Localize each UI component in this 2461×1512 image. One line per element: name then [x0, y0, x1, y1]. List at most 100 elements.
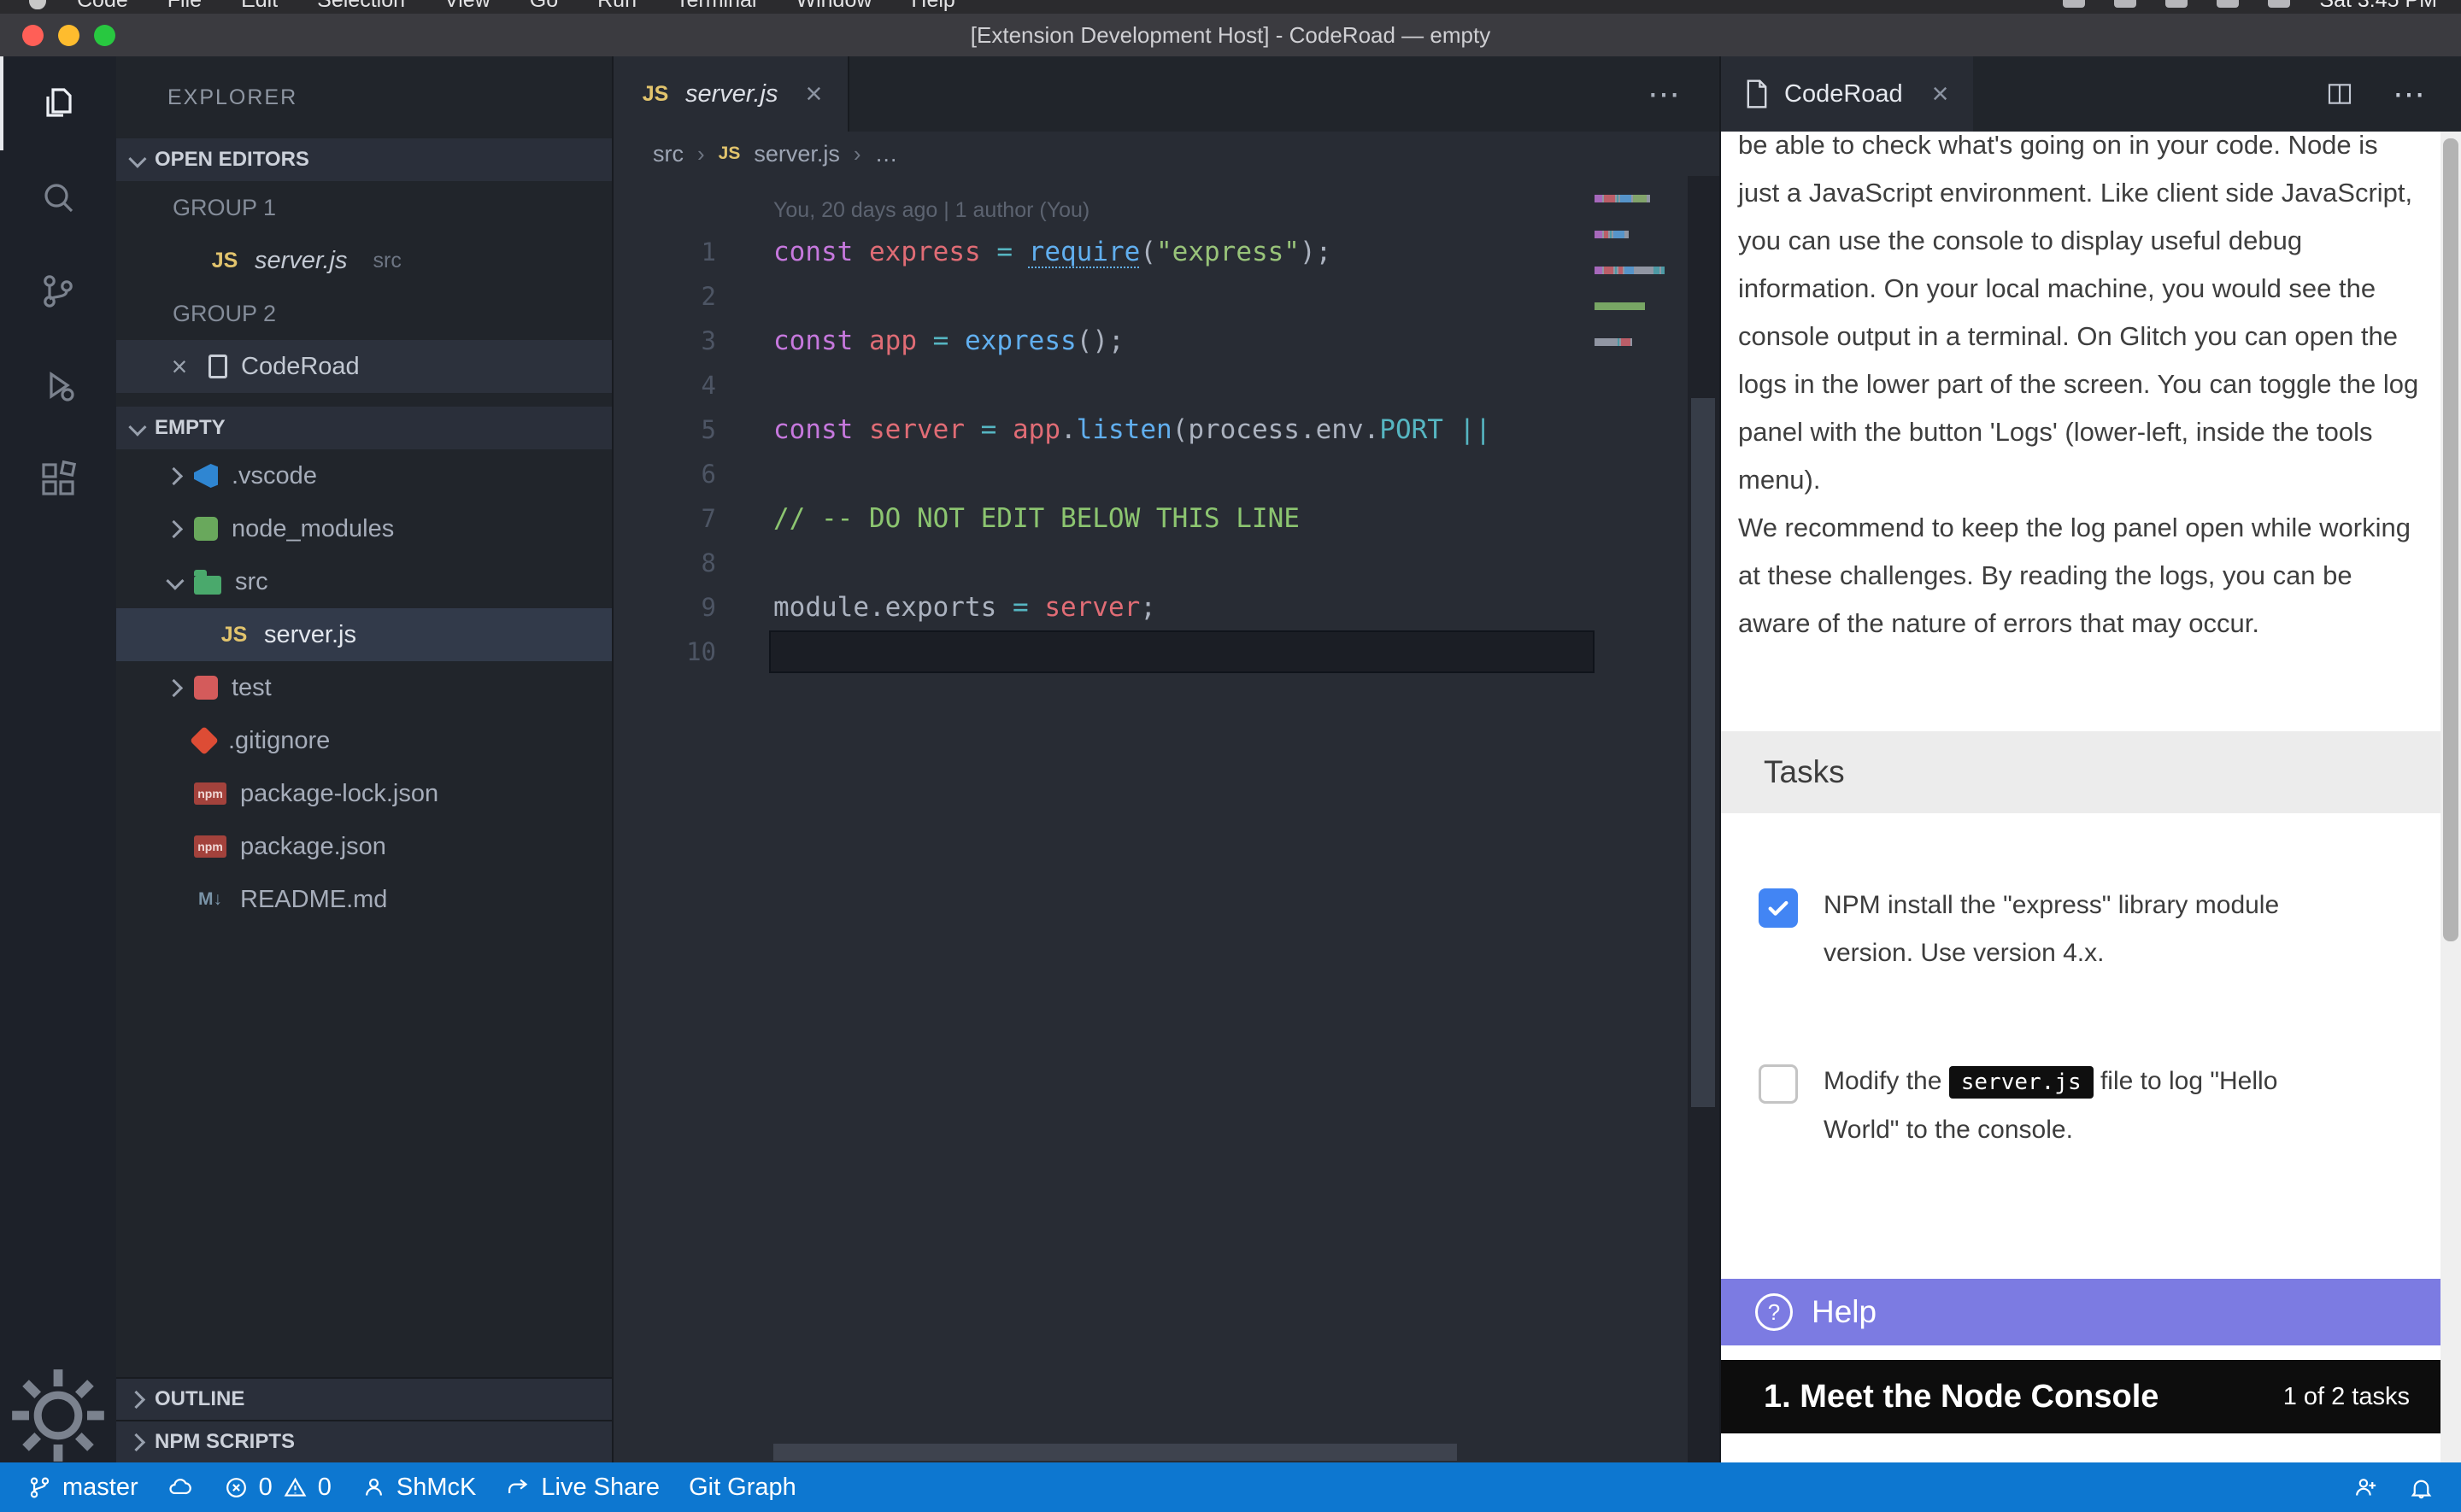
menu-item-window[interactable]: Window	[796, 0, 872, 13]
code-line-2[interactable]: 2	[614, 274, 1719, 319]
more-actions-icon[interactable]: ⋯	[2393, 75, 2427, 114]
task-checkbox[interactable]	[1759, 1064, 1798, 1104]
code-token: express	[869, 237, 981, 267]
menubar-status-icon[interactable]	[2063, 0, 2085, 8]
gear-icon	[0, 1357, 116, 1474]
tree-item-package-lock-json[interactable]: npmpackage-lock.json	[116, 767, 612, 820]
tab-coderoad[interactable]: CodeRoad ×	[1721, 56, 1973, 132]
open-editor-item-coderoad[interactable]: ×CodeRoad	[116, 340, 612, 393]
minimize-window-button[interactable]	[58, 25, 79, 46]
run-debug-activity-button[interactable]	[0, 338, 116, 432]
code-line-4[interactable]: 4	[614, 363, 1719, 407]
close-editor-icon[interactable]: ×	[164, 351, 195, 383]
title-bar: [Extension Development Host] - CodeRoad …	[0, 14, 2461, 56]
tree-item-src[interactable]: src	[116, 555, 612, 608]
open-editor-item-server-js[interactable]: JSserver.jssrc	[116, 234, 612, 287]
notifications-bell[interactable]	[2393, 1462, 2449, 1512]
line-content: const express = require("express");	[716, 237, 1331, 267]
menu-item-selection[interactable]: Selection	[317, 0, 405, 13]
extensions-icon	[38, 459, 79, 500]
source-control-activity-button[interactable]	[0, 244, 116, 338]
account-status[interactable]: ShMcK	[346, 1462, 490, 1512]
split-editor-icon[interactable]	[2326, 80, 2353, 108]
code-line-10[interactable]: 10	[614, 630, 1719, 674]
apple-menu-icon[interactable]	[29, 0, 46, 9]
tree-item-package-json[interactable]: npmpackage.json	[116, 820, 612, 873]
menubar-clock[interactable]: Sat 3:45 PM	[2319, 0, 2437, 13]
code-line-1[interactable]: 1const express = require("express");	[614, 230, 1719, 274]
invite-button[interactable]	[2338, 1462, 2393, 1512]
menu-item-edit[interactable]: Edit	[241, 0, 278, 13]
search-activity-button[interactable]	[0, 150, 116, 244]
menubar-status-icon[interactable]	[2114, 0, 2136, 8]
tab-server-js[interactable]: JS server.js ×	[614, 56, 849, 132]
menu-item-file[interactable]: File	[167, 0, 202, 13]
tree-item-node-modules[interactable]: node_modules	[116, 502, 612, 555]
problems-indicator[interactable]: 0 0	[209, 1462, 346, 1512]
sync-button[interactable]	[153, 1462, 209, 1512]
branch-indicator[interactable]: master	[12, 1462, 153, 1512]
code-line-7[interactable]: 7// -- DO NOT EDIT BELOW THIS LINE	[614, 496, 1719, 541]
code-editor[interactable]: You, 20 days ago | 1 author (You) 1const…	[614, 176, 1719, 1462]
close-tab-icon[interactable]: ×	[1932, 78, 1949, 111]
code-token	[853, 325, 869, 356]
section-header-npm-scripts[interactable]: NPM SCRIPTS	[116, 1420, 612, 1462]
live-share-button[interactable]: Live Share	[490, 1462, 674, 1512]
breadcrumb-server-js[interactable]: server.js	[754, 141, 840, 167]
code-line-9[interactable]: 9module.exports = server;	[614, 585, 1719, 630]
menubar-status-icon[interactable]	[2165, 0, 2188, 8]
section-header-outline[interactable]: OUTLINE	[116, 1377, 612, 1420]
tree-item-readme-md[interactable]: M↓README.md	[116, 873, 612, 926]
lesson-footer[interactable]: 1. Meet the Node Console 1 of 2 tasks	[1721, 1360, 2440, 1433]
tree-item-test[interactable]: test	[116, 661, 612, 714]
code-lines: 1const express = require("express");23co…	[614, 230, 1719, 674]
extensions-activity-button[interactable]	[0, 432, 116, 526]
code-token	[949, 325, 965, 356]
breadcrumb-symbol[interactable]: …	[875, 141, 898, 167]
task-checkbox[interactable]	[1759, 888, 1798, 928]
close-window-button[interactable]	[22, 25, 44, 46]
menubar-status-icon[interactable]	[2217, 0, 2239, 8]
codelens-annotation[interactable]: You, 20 days ago | 1 author (You)	[614, 198, 1719, 223]
close-tab-icon[interactable]: ×	[806, 78, 823, 111]
open-editors-header[interactable]: OPEN EDITORS	[116, 138, 612, 181]
code-token: (process.env.	[1172, 414, 1380, 445]
zoom-window-button[interactable]	[94, 25, 115, 46]
code-line-8[interactable]: 8	[614, 541, 1719, 585]
explorer-activity-button[interactable]	[0, 56, 116, 150]
menubar-status-icon[interactable]	[2268, 0, 2290, 8]
code-line-3[interactable]: 3const app = express();	[614, 319, 1719, 363]
menu-item-code[interactable]: Code	[77, 0, 128, 13]
tree-item-server-js[interactable]: JSserver.js	[116, 608, 612, 661]
menu-item-view[interactable]: View	[444, 0, 490, 13]
person-add-icon	[2352, 1474, 2379, 1501]
tasks-heading: Tasks	[1721, 754, 1845, 790]
coderoad-webview: be able to check what's going on in your…	[1721, 132, 2461, 1462]
minimap[interactable]	[1595, 190, 1670, 369]
tree-item-label: test	[232, 674, 272, 702]
editor-horizontal-scrollbar[interactable]	[773, 1444, 1457, 1461]
menu-item-run[interactable]: Run	[597, 0, 637, 13]
menu-item-terminal[interactable]: Terminal	[676, 0, 756, 13]
code-line-6[interactable]: 6	[614, 452, 1719, 496]
menu-item-go[interactable]: Go	[530, 0, 558, 13]
tree-item-vscode[interactable]: .vscode	[116, 449, 612, 502]
scrollbar-thumb[interactable]	[1691, 398, 1715, 1107]
chevron-right-icon: ›	[854, 141, 861, 167]
menu-item-help[interactable]: Help	[911, 0, 954, 13]
tree-item-gitignore[interactable]: .gitignore	[116, 714, 612, 767]
scrollbar-thumb[interactable]	[2443, 138, 2458, 941]
help-button[interactable]: ? Help	[1721, 1279, 2440, 1345]
code-line-5[interactable]: 5const server = app.listen(process.env.P…	[614, 407, 1719, 452]
editor-vertical-scrollbar[interactable]	[1688, 176, 1719, 1462]
code-token: =	[996, 237, 1013, 267]
more-actions-icon[interactable]: ⋯	[1648, 75, 1682, 114]
project-section-header[interactable]: EMPTY	[116, 407, 612, 449]
chevron-down-icon	[166, 571, 184, 589]
settings-gear-button[interactable]	[0, 1368, 116, 1462]
minimap-line	[1595, 190, 1670, 208]
minimap-segment	[1595, 302, 1645, 310]
panel-scrollbar[interactable]	[2440, 132, 2461, 1462]
breadcrumb-src[interactable]: src	[653, 141, 684, 167]
git-graph-button[interactable]: Git Graph	[674, 1462, 811, 1512]
